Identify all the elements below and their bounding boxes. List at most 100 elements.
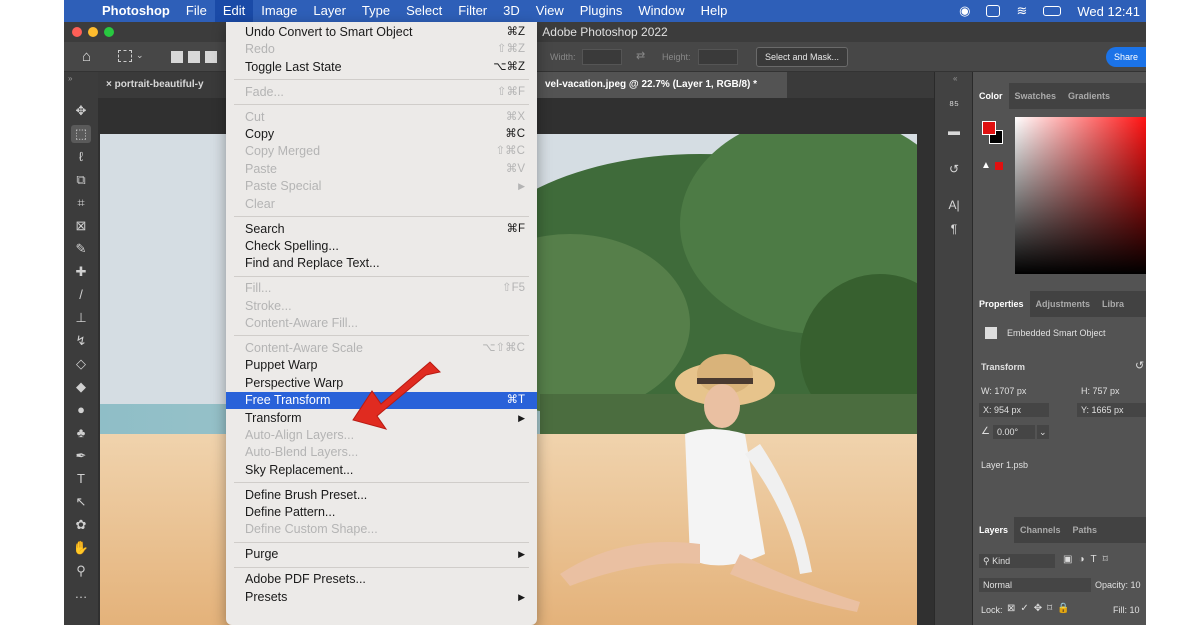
brush-tool-icon[interactable]: / xyxy=(71,286,91,304)
doc-tab-active[interactable]: vel-vacation.jpeg @ 22.7% (Layer 1, RGB/… xyxy=(537,72,787,98)
lasso-tool-icon[interactable]: ℓ xyxy=(71,148,91,166)
history-brush-tool-icon[interactable]: ↯ xyxy=(71,332,91,350)
menu-item-auto-blend-layers[interactable]: Auto-Blend Layers... xyxy=(226,444,537,461)
fill-label[interactable]: Fill: 10 xyxy=(1113,605,1140,615)
tab-gradients[interactable]: Gradients xyxy=(1062,83,1116,109)
menu-item-paste-special[interactable]: Paste Special ▶ xyxy=(226,178,537,195)
menu-item-sky-replacement[interactable]: Sky Replacement... xyxy=(226,462,537,479)
opacity-label[interactable]: Opacity: 10 xyxy=(1095,580,1141,590)
tab-channels[interactable]: Channels xyxy=(1014,517,1067,543)
type-tool-icon[interactable]: T xyxy=(71,470,91,488)
menu-item-search[interactable]: Search ⌘F xyxy=(226,221,537,238)
menu-item-transform[interactable]: Transform ▶ xyxy=(226,410,537,427)
menu-item-undo-convert-to-smart-object[interactable]: Undo Convert to Smart Object ⌘Z xyxy=(226,24,537,41)
menu-item-copy[interactable]: Copy ⌘C xyxy=(226,126,537,143)
menu-item-content-aware-scale[interactable]: Content-Aware Scale ⌥⇧⌘C xyxy=(226,340,537,357)
angle-field[interactable]: 0.00° xyxy=(993,425,1035,439)
menu-item-redo[interactable]: Redo ⇧⌘Z xyxy=(226,41,537,58)
menu-item-toggle-last-state[interactable]: Toggle Last State ⌥⌘Z xyxy=(226,59,537,76)
menu-help[interactable]: Help xyxy=(693,0,736,22)
layer-filter-icons[interactable]: ▣◑T⌑ xyxy=(1063,554,1114,565)
y-position-field[interactable]: Y: 1665 px xyxy=(1077,403,1146,417)
hand-tool-icon[interactable]: ✋ xyxy=(71,539,91,557)
tab-color[interactable]: Color xyxy=(973,83,1009,109)
rectangular-marquee-tool-icon[interactable]: ⬚ xyxy=(71,125,91,143)
tab-libraries[interactable]: Libra xyxy=(1096,291,1130,317)
menu-item-find-and-replace-text[interactable]: Find and Replace Text... xyxy=(226,255,537,272)
move-tool-icon[interactable]: ✥ xyxy=(71,102,91,120)
dodge-tool-icon[interactable]: ♣ xyxy=(71,424,91,442)
menu-item-free-transform[interactable]: Free Transform ⌘T xyxy=(226,392,537,410)
menu-item-perspective-warp[interactable]: Perspective Warp xyxy=(226,375,537,392)
reset-transform-icon[interactable]: ↺ xyxy=(1135,359,1144,372)
close-tab-icon[interactable]: × xyxy=(106,79,115,90)
eraser-tool-icon[interactable]: ◇ xyxy=(71,355,91,373)
menu-type[interactable]: Type xyxy=(354,0,398,22)
menu-select[interactable]: Select xyxy=(398,0,450,22)
object-selection-tool-icon[interactable]: ⧉ xyxy=(71,171,91,189)
menu-item-copy-merged[interactable]: Copy Merged ⇧⌘C xyxy=(226,143,537,160)
doc-tab-portrait[interactable]: × portrait-beautiful-y xyxy=(98,72,230,98)
tab-paths[interactable]: Paths xyxy=(1067,517,1104,543)
menu-image[interactable]: Image xyxy=(253,0,305,22)
paint-bucket-tool-icon[interactable]: ◆ xyxy=(71,378,91,396)
pen-tool-icon[interactable]: ✒ xyxy=(71,447,91,465)
menu-item-auto-align-layers[interactable]: Auto-Align Layers... xyxy=(226,427,537,444)
menu-filter[interactable]: Filter xyxy=(450,0,495,22)
menu-item-stroke[interactable]: Stroke... xyxy=(226,298,537,315)
menu-file[interactable]: File xyxy=(178,0,215,22)
new-selection-icon[interactable] xyxy=(171,51,183,63)
eyedropper-tool-icon[interactable]: ✎ xyxy=(71,240,91,258)
history-panel-icon[interactable]: ⁸⁵ xyxy=(947,98,961,112)
path-selection-tool-icon[interactable]: ↖ xyxy=(71,493,91,511)
menu-item-adobe-pdf-presets[interactable]: Adobe PDF Presets... xyxy=(226,571,537,588)
screen-record-icon[interactable]: ◉ xyxy=(959,3,970,19)
menu-layer[interactable]: Layer xyxy=(305,0,354,22)
menu-item-check-spelling[interactable]: Check Spelling... xyxy=(226,238,537,255)
frame-tool-icon[interactable]: ⊠ xyxy=(71,217,91,235)
menu-item-define-custom-shape[interactable]: Define Custom Shape... xyxy=(226,521,537,538)
tab-layers[interactable]: Layers xyxy=(973,517,1015,543)
swap-icon[interactable]: ⇄ xyxy=(636,49,645,62)
tab-swatches[interactable]: Swatches xyxy=(1009,83,1063,109)
menu-item-purge[interactable]: Purge ▶ xyxy=(226,546,537,563)
menu-plugins[interactable]: Plugins xyxy=(572,0,631,22)
share-button[interactable]: Share xyxy=(1106,47,1146,67)
add-to-selection-icon[interactable] xyxy=(188,51,200,63)
menu-item-define-pattern[interactable]: Define Pattern... xyxy=(226,504,537,521)
menubar-extra-icon[interactable] xyxy=(986,5,1001,17)
collapse-toolbar-icon[interactable]: » xyxy=(68,74,72,83)
actions-panel-icon[interactable]: ↺ xyxy=(947,162,961,176)
menu-item-puppet-warp[interactable]: Puppet Warp xyxy=(226,357,537,374)
crop-tool-icon[interactable]: ⌗ xyxy=(71,194,91,212)
battery-icon[interactable] xyxy=(1043,6,1062,16)
more-tools-icon[interactable]: … xyxy=(71,585,91,603)
menu-app-name[interactable]: Photoshop xyxy=(94,0,178,22)
custom-shape-tool-icon[interactable]: ✿ xyxy=(71,516,91,534)
menu-item-paste[interactable]: Paste ⌘V xyxy=(226,161,537,178)
gamut-color-chip[interactable] xyxy=(995,162,1003,170)
menu-item-presets[interactable]: Presets ▶ xyxy=(226,589,537,606)
height-field[interactable] xyxy=(698,49,738,65)
wifi-icon[interactable]: ≋ xyxy=(1016,3,1027,19)
clone-stamp-tool-icon[interactable]: ⊥ xyxy=(71,309,91,327)
tab-properties[interactable]: Properties xyxy=(973,291,1030,317)
collapse-panels-icon[interactable]: « xyxy=(953,74,957,83)
menu-window[interactable]: Window xyxy=(630,0,692,22)
menu-item-content-aware-fill[interactable]: Content-Aware Fill... xyxy=(226,315,537,332)
menu-item-fade[interactable]: Fade... ⇧⌘F xyxy=(226,84,537,101)
color-picker-field[interactable] xyxy=(1015,117,1146,274)
home-icon[interactable]: ⌂ xyxy=(82,48,91,65)
menu-view[interactable]: View xyxy=(528,0,572,22)
chevron-down-icon[interactable]: ⌄ xyxy=(136,50,144,61)
x-position-field[interactable]: X: 954 px xyxy=(979,403,1049,417)
subtract-selection-icon[interactable] xyxy=(205,51,217,63)
width-field[interactable] xyxy=(582,49,622,65)
select-and-mask-button[interactable]: Select and Mask... xyxy=(756,47,849,67)
healing-brush-tool-icon[interactable]: ✚ xyxy=(71,263,91,281)
character-panel-icon[interactable]: A| xyxy=(947,198,961,212)
menu-item-define-brush-preset[interactable]: Define Brush Preset... xyxy=(226,487,537,504)
layer-filter-dropdown[interactable]: ⚲ Kind xyxy=(979,554,1055,568)
paragraph-panel-icon[interactable]: ¶ xyxy=(947,222,961,236)
menu-3d[interactable]: 3D xyxy=(495,0,528,22)
